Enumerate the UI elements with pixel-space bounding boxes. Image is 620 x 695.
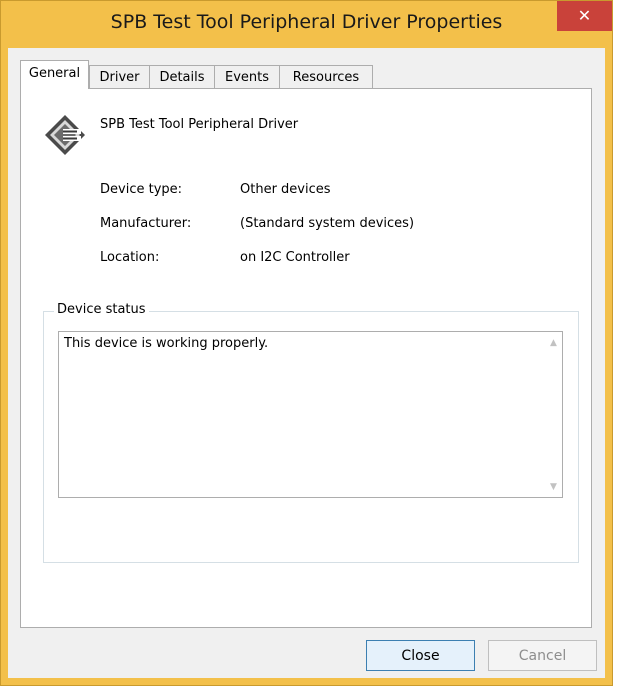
tab-resources[interactable]: Resources	[279, 65, 373, 88]
tab-events[interactable]: Events	[214, 65, 280, 88]
close-icon: ✕	[577, 6, 592, 25]
tab-driver-label: Driver	[99, 69, 140, 85]
device-status-group: Device status This device is working pro…	[43, 302, 579, 563]
cancel-button: Cancel	[488, 640, 597, 671]
tab-details-label: Details	[159, 69, 205, 85]
manufacturer-label: Manufacturer:	[100, 216, 192, 231]
window-title: SPB Test Tool Peripheral Driver Properti…	[110, 11, 503, 33]
properties-window: SPB Test Tool Peripheral Driver Properti…	[0, 0, 613, 686]
tab-driver[interactable]: Driver	[89, 65, 150, 88]
device-status-textbox[interactable]: This device is working properly. ▲ ▼	[58, 331, 563, 498]
scroll-down-arrow-icon[interactable]: ▼	[545, 478, 562, 495]
window-close-button[interactable]: ✕	[557, 0, 612, 31]
general-tab-panel: SPB Test Tool Peripheral Driver Device t…	[20, 88, 592, 628]
device-status-text: This device is working properly.	[64, 336, 269, 351]
location-label: Location:	[100, 250, 160, 265]
device-driver-icon	[45, 115, 85, 155]
device-type-value: Other devices	[240, 182, 331, 197]
device-status-title: Device status	[54, 302, 149, 317]
location-value: on I2C Controller	[240, 250, 350, 265]
tab-details[interactable]: Details	[149, 65, 215, 88]
scroll-up-arrow-icon[interactable]: ▲	[545, 334, 562, 351]
status-scrollbar[interactable]: ▲ ▼	[545, 332, 562, 497]
tab-events-label: Events	[224, 69, 269, 85]
device-type-label: Device type:	[100, 182, 183, 197]
close-button[interactable]: Close	[366, 640, 475, 671]
device-name: SPB Test Tool Peripheral Driver	[100, 117, 299, 132]
title-bar[interactable]: SPB Test Tool Peripheral Driver Properti…	[0, 0, 613, 48]
manufacturer-value: (Standard system devices)	[240, 216, 415, 231]
tab-general[interactable]: General	[20, 60, 89, 89]
dialog-client-area: General Driver Details Events Resources	[8, 48, 605, 678]
tab-general-label: General	[28, 65, 81, 81]
tab-resources-label: Resources	[292, 69, 360, 85]
